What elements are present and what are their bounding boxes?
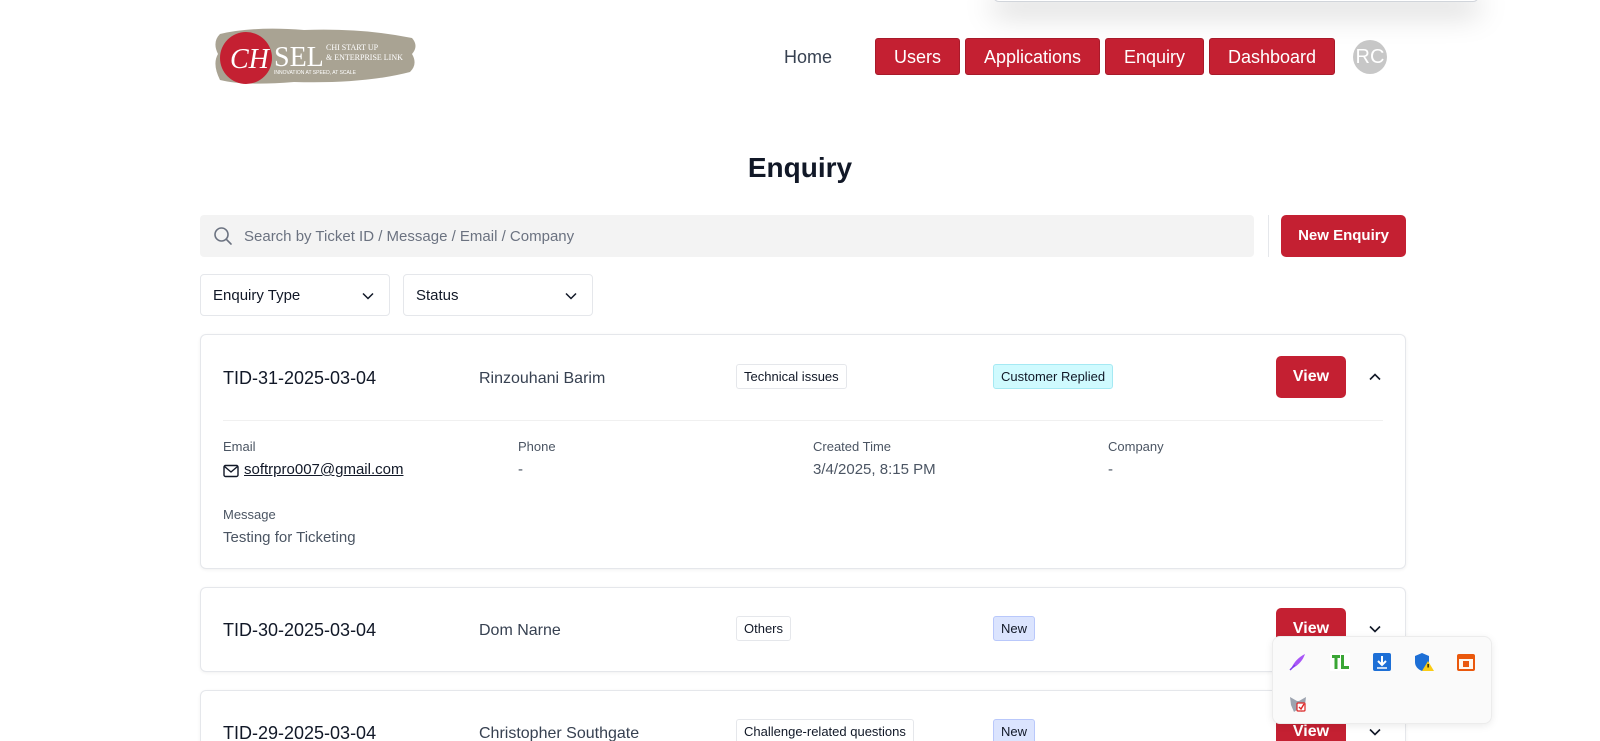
- user-avatar[interactable]: RC: [1353, 40, 1387, 74]
- view-button[interactable]: View: [1276, 356, 1346, 398]
- card-divider: [223, 420, 1383, 421]
- nav-home-link[interactable]: Home: [784, 38, 832, 76]
- message-value: Testing for Ticketing: [223, 529, 356, 546]
- status-filter[interactable]: Status: [403, 274, 593, 316]
- status-badge: Customer Replied: [993, 364, 1114, 389]
- customer-name: Christopher Southgate: [479, 725, 640, 741]
- metamask-icon[interactable]: [1287, 693, 1309, 715]
- status-badge: New: [993, 719, 1036, 741]
- chevron-down-icon[interactable]: [1367, 621, 1383, 637]
- phone-value: -: [518, 461, 523, 478]
- calendar-icon[interactable]: [1455, 651, 1477, 673]
- search-divider: [1268, 215, 1269, 257]
- page-title: Enquiry: [747, 152, 853, 183]
- email-link[interactable]: softrpro007@gmail.com: [244, 461, 403, 478]
- nav-enquiry-button[interactable]: Enquiry: [1105, 38, 1205, 75]
- mail-icon: [223, 464, 239, 478]
- enquiry-type-badge: Challenge-related questions: [736, 719, 914, 741]
- status-badge: New: [993, 616, 1036, 641]
- nav-users-button[interactable]: Users: [875, 38, 961, 75]
- ticket-id: TID-31-2025-03-04: [223, 368, 377, 388]
- status-filter-label: Status: [416, 287, 459, 304]
- enquiry-type-badge: Others: [736, 616, 792, 641]
- chevron-down-icon: [565, 292, 577, 300]
- download-icon[interactable]: [1371, 651, 1393, 673]
- created-time-label: Created Time: [813, 439, 892, 454]
- extension-tray: [1272, 636, 1492, 724]
- dropdown-panel-edge: [993, 0, 1479, 2]
- shield-warning-icon[interactable]: [1413, 651, 1435, 673]
- customer-name: Rinzouhani Barim: [479, 370, 606, 387]
- enquiry-type-filter-label: Enquiry Type: [213, 287, 301, 304]
- company-value: -: [1108, 461, 1113, 478]
- nav-dashboard-button[interactable]: Dashboard: [1209, 38, 1336, 75]
- enquiry-card: TID-29-2025-03-04 Christopher Southgate …: [200, 690, 1406, 741]
- customer-name: Dom Narne: [479, 622, 561, 639]
- email-label: Email: [223, 439, 256, 454]
- enquiry-type-badge: Technical issues: [736, 364, 847, 389]
- nav-applications-button[interactable]: Applications: [965, 38, 1101, 75]
- created-time-value: 3/4/2025, 8:15 PM: [813, 461, 936, 478]
- ticket-id: TID-29-2025-03-04: [223, 723, 377, 741]
- phone-label: Phone: [518, 439, 556, 454]
- enquiry-card: TID-31-2025-03-04 Rinzouhani Barim Techn…: [200, 334, 1406, 569]
- ticket-id: TID-30-2025-03-04: [223, 620, 377, 640]
- new-enquiry-button[interactable]: New Enquiry: [1281, 215, 1406, 257]
- chevron-down-icon[interactable]: [1367, 724, 1383, 740]
- message-label: Message: [223, 507, 276, 522]
- tl-icon[interactable]: [1329, 651, 1351, 673]
- quill-icon[interactable]: [1287, 651, 1309, 673]
- enquiry-type-filter[interactable]: Enquiry Type: [200, 274, 390, 316]
- chevron-up-icon[interactable]: [1367, 369, 1383, 385]
- search-bar: [200, 215, 1254, 257]
- company-label: Company: [1108, 439, 1164, 454]
- search-icon: [214, 227, 232, 245]
- enquiry-card: TID-30-2025-03-04 Dom Narne Others New V…: [200, 587, 1406, 672]
- search-input[interactable]: [244, 215, 1234, 257]
- chevron-down-icon: [362, 292, 374, 300]
